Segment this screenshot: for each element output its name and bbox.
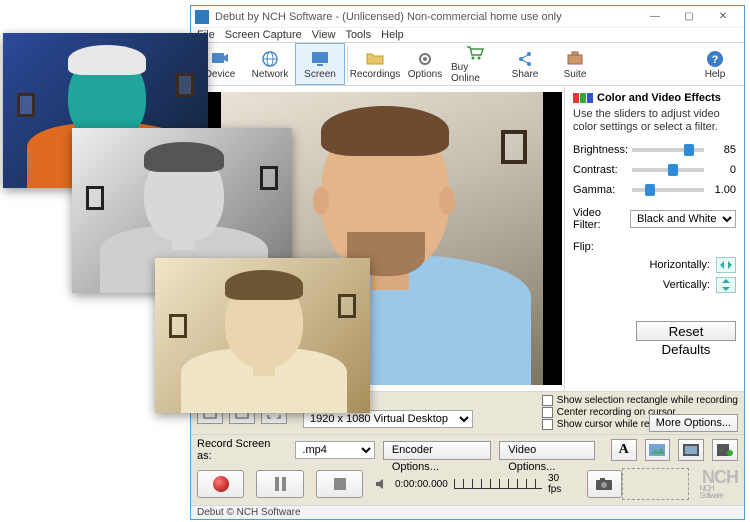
image-overlay-button[interactable] [645,439,671,461]
sample-image-sepia [155,258,370,413]
brightness-row: Brightness: 85 [573,142,736,157]
film-add-icon [717,444,733,456]
help-icon: ? [705,49,725,69]
brightness-thumb[interactable] [684,144,694,156]
toolbar-separator [347,46,348,82]
effects-description: Use the sliders to adjust video color se… [573,108,736,134]
drop-zone[interactable] [622,468,689,500]
toolbar-network[interactable]: Network [245,43,295,85]
webcam-icon [210,49,230,69]
app-icon [195,10,209,24]
minimize-button[interactable]: — [638,6,672,28]
toolbar-screen[interactable]: Screen [295,43,345,85]
toolbar-recordings[interactable]: Recordings [350,43,400,85]
brightness-slider[interactable] [632,148,704,152]
monitor-icon [310,49,330,69]
brightness-value: 85 [708,144,736,156]
camera-icon [595,477,613,491]
menu-help[interactable]: Help [381,29,404,41]
contrast-value: 0 [708,164,736,176]
filmstrip-icon [683,444,699,456]
suite-icon [565,49,585,69]
toolbar-share[interactable]: Share [500,43,550,85]
contrast-thumb[interactable] [668,164,678,176]
rgb-icon [573,93,593,103]
flip-vertical-icon [721,278,731,292]
flip-section: Flip: Horizontally: Vertically: [573,241,736,293]
flip-label: Flip: [573,241,594,253]
cart-icon [465,44,485,62]
contrast-slider[interactable] [632,168,704,172]
gear-icon [415,49,435,69]
image-icon [649,444,665,456]
pause-button[interactable] [256,470,303,498]
gamma-value: 1.00 [708,184,736,196]
gamma-slider[interactable] [632,188,704,192]
toolbar-help[interactable]: ? Help [690,43,740,85]
record-icon [213,476,229,492]
record-as-label: Record Screen as: [197,438,287,462]
gamma-row: Gamma: 1.00 [573,182,736,197]
effects-title: Color and Video Effects [597,92,721,104]
gamma-thumb[interactable] [645,184,655,196]
filmstrip-button[interactable] [678,439,704,461]
close-button[interactable]: ✕ [706,6,740,28]
reset-defaults-button[interactable]: Reset Defaults [636,321,736,341]
brightness-label: Brightness: [573,144,628,156]
gamma-label: Gamma: [573,184,628,196]
fps-label: 30 fps [548,473,575,495]
menu-tools[interactable]: Tools [345,29,371,41]
text-overlay-button[interactable]: A [611,439,637,461]
effects-panel: Color and Video Effects Use the sliders … [564,86,744,391]
flip-h-label: Horizontally: [649,259,710,271]
pause-icon [275,477,286,491]
flip-horizontal-icon [719,260,733,270]
more-options-button[interactable]: More Options... [649,414,738,432]
menu-view[interactable]: View [312,29,336,41]
stop-icon [334,478,346,490]
statusbar: Debut © NCH Software [191,505,744,519]
progress-display: 0:00:00.000 30 fps [375,473,574,495]
effects-header: Color and Video Effects [573,92,736,104]
titlebar: Debut by NCH Software - (Unlicensed) Non… [191,6,744,28]
globe-icon [260,49,280,69]
record-bar: Record Screen as: .mp4 Encoder Options..… [191,434,744,505]
stop-button[interactable] [316,470,363,498]
window-buttons: — ▢ ✕ [638,6,740,28]
record-button[interactable] [197,470,244,498]
time-label: 0:00:00.000 [395,479,448,490]
filter-select[interactable]: Black and White [630,210,736,228]
window-title: Debut by NCH Software - (Unlicensed) Non… [215,11,638,23]
toolbar: Device Network Screen Recordings Options… [191,42,744,86]
status-text: Debut © NCH Software [197,507,301,518]
contrast-row: Contrast: 0 [573,162,736,177]
svg-text:?: ? [712,54,719,66]
maximize-button[interactable]: ▢ [672,6,706,28]
snapshot-button[interactable] [587,470,623,498]
film-add-button[interactable] [712,439,738,461]
menubar: File Screen Capture View Tools Help [191,28,744,42]
toolbar-suite[interactable]: Suite [550,43,600,85]
time-ruler [454,479,542,489]
filter-row: Video Filter: Black and White [573,207,736,231]
speaker-icon [375,477,389,491]
share-icon [515,49,535,69]
toolbar-buy[interactable]: Buy Online [450,43,500,85]
filter-label: Video Filter: [573,207,630,231]
flip-vertical-button[interactable] [716,277,736,293]
encoder-options-button[interactable]: Encoder Options... [383,441,491,460]
folder-icon [365,49,385,69]
menu-screen-capture[interactable]: Screen Capture [225,29,302,41]
video-options-button[interactable]: Video Options... [499,441,594,460]
contrast-label: Contrast: [573,164,628,176]
flip-v-label: Vertically: [663,279,710,291]
format-select[interactable]: .mp4 [295,441,374,459]
flip-horizontal-button[interactable] [716,257,736,273]
toolbar-options[interactable]: Options [400,43,450,85]
chk-show-rectangle[interactable]: Show selection rectangle while recording [542,395,738,406]
nch-logo: NCH NCH Software [699,469,738,500]
